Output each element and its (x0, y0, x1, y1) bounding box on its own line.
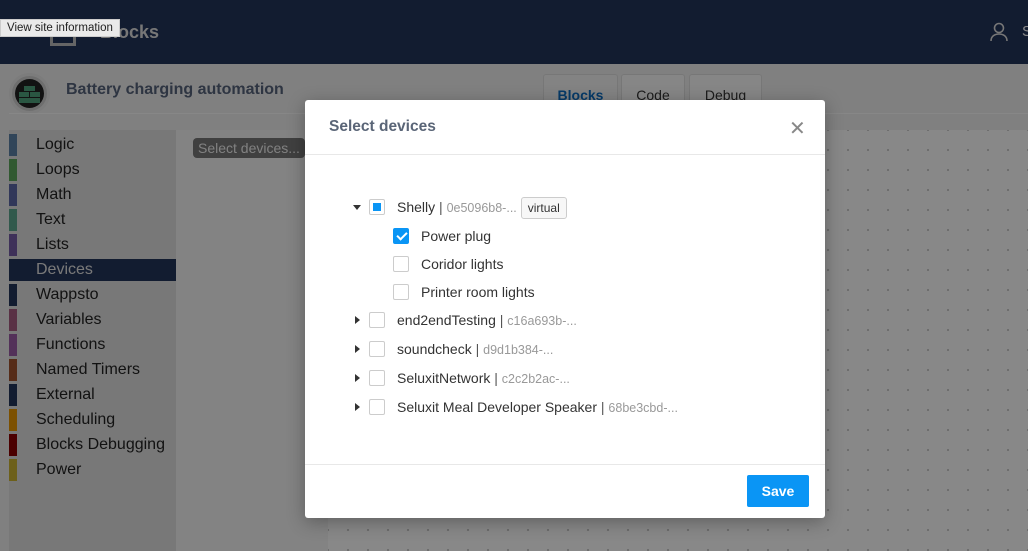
caret-right-icon[interactable] (355, 403, 360, 411)
sub-device-checkbox[interactable] (393, 256, 409, 272)
sub-device-checkbox[interactable] (393, 284, 409, 300)
dialog-title: Select devices (329, 118, 436, 135)
device-checkbox-shelly[interactable] (369, 199, 385, 215)
device-checkbox[interactable] (369, 312, 385, 328)
select-devices-dialog: Select devices ✕ Shelly | 0e5096b8-... vi… (305, 100, 825, 518)
sub-device-name: Power plug (421, 228, 492, 244)
caret-right-icon[interactable] (355, 374, 360, 382)
device-name: soundcheck (397, 341, 472, 357)
sub-device-checkbox[interactable] (393, 228, 409, 244)
save-button[interactable]: Save (747, 475, 809, 507)
virtual-badge: virtual (520, 197, 567, 219)
device-id: d9d1b384-... (483, 343, 554, 357)
device-id: c2c2b2ac-... (501, 372, 570, 386)
device-id: c16a693b-... (507, 314, 577, 328)
sub-device-name: Coridor lights (421, 256, 504, 272)
device-checkbox[interactable] (369, 370, 385, 386)
divider (305, 154, 825, 155)
device-name: SeluxitNetwork (397, 370, 491, 386)
device-checkbox[interactable] (369, 341, 385, 357)
device-name: Shelly (397, 199, 436, 215)
close-icon[interactable]: ✕ (789, 116, 806, 141)
device-id: 0e5096b8-... (446, 201, 517, 215)
device-checkbox[interactable] (369, 399, 385, 415)
site-info-tooltip: View site information (0, 19, 120, 37)
device-name: Seluxit Meal Developer Speaker (397, 399, 597, 415)
caret-right-icon[interactable] (355, 316, 360, 324)
caret-down-icon[interactable] (353, 205, 361, 210)
device-name: end2endTesting (397, 312, 496, 328)
device-id: 68be3cbd-... (608, 401, 678, 415)
caret-right-icon[interactable] (355, 345, 360, 353)
divider (305, 464, 825, 465)
sub-device-name: Printer room lights (421, 284, 535, 300)
